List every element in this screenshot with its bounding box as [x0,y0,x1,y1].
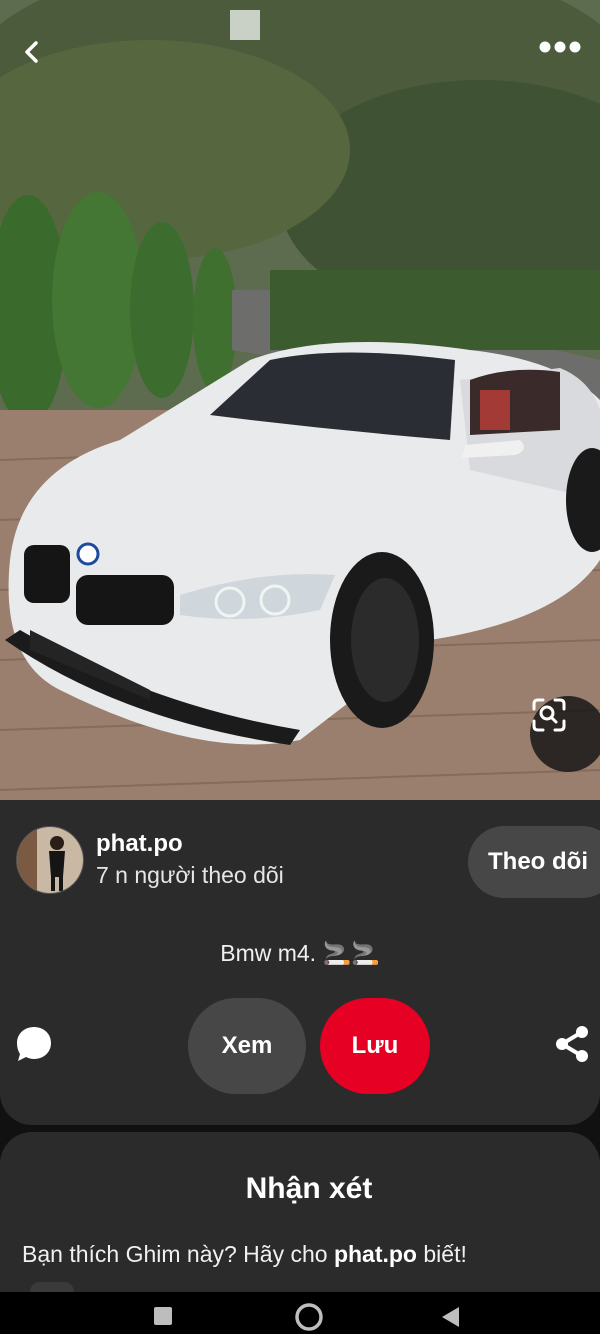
more-options-button[interactable] [538,40,594,96]
pin-title: Bmw m4. 🚬🚬 [220,940,380,966]
visual-search-button[interactable] [530,696,600,772]
comments-section [0,1132,600,1292]
square-icon[interactable] [153,1306,173,1326]
comments-prompt: Bạn thích Ghim này? Hãy cho phat.po biết… [22,1241,467,1268]
comments-prompt-user[interactable]: phat.po [334,1241,417,1267]
chevron-left-icon [25,41,38,63]
comment-avatar-peek [30,1282,74,1292]
comments-title: Nhận xét [245,1172,373,1205]
follow-button[interactable]: Theo dõi [468,826,600,898]
back-button[interactable] [20,40,76,96]
visual-search-icon [532,698,566,732]
more-dots-icon [539,41,581,53]
share-button[interactable] [552,1024,596,1068]
comment-button[interactable] [14,1024,58,1068]
author-avatar[interactable] [16,826,84,894]
share-icon [556,1026,588,1062]
car-photo [0,0,600,800]
follower-count: 7 n người theo dõi [96,862,284,888]
comments-prompt-end: biết! [416,1241,467,1267]
circle-icon[interactable] [294,1302,324,1332]
speech-bubble-icon [17,1027,51,1061]
author-name[interactable]: phat.po [96,830,183,858]
comments-prompt-text: Bạn thích Ghim này? Hãy cho [22,1241,334,1267]
system-navigation-bar [0,1292,600,1334]
save-button[interactable]: Lưu [320,998,430,1094]
pin-image[interactable] [0,0,600,800]
triangle-back-icon[interactable] [440,1306,460,1328]
view-button[interactable]: Xem [188,998,306,1094]
avatar-photo [17,827,83,893]
